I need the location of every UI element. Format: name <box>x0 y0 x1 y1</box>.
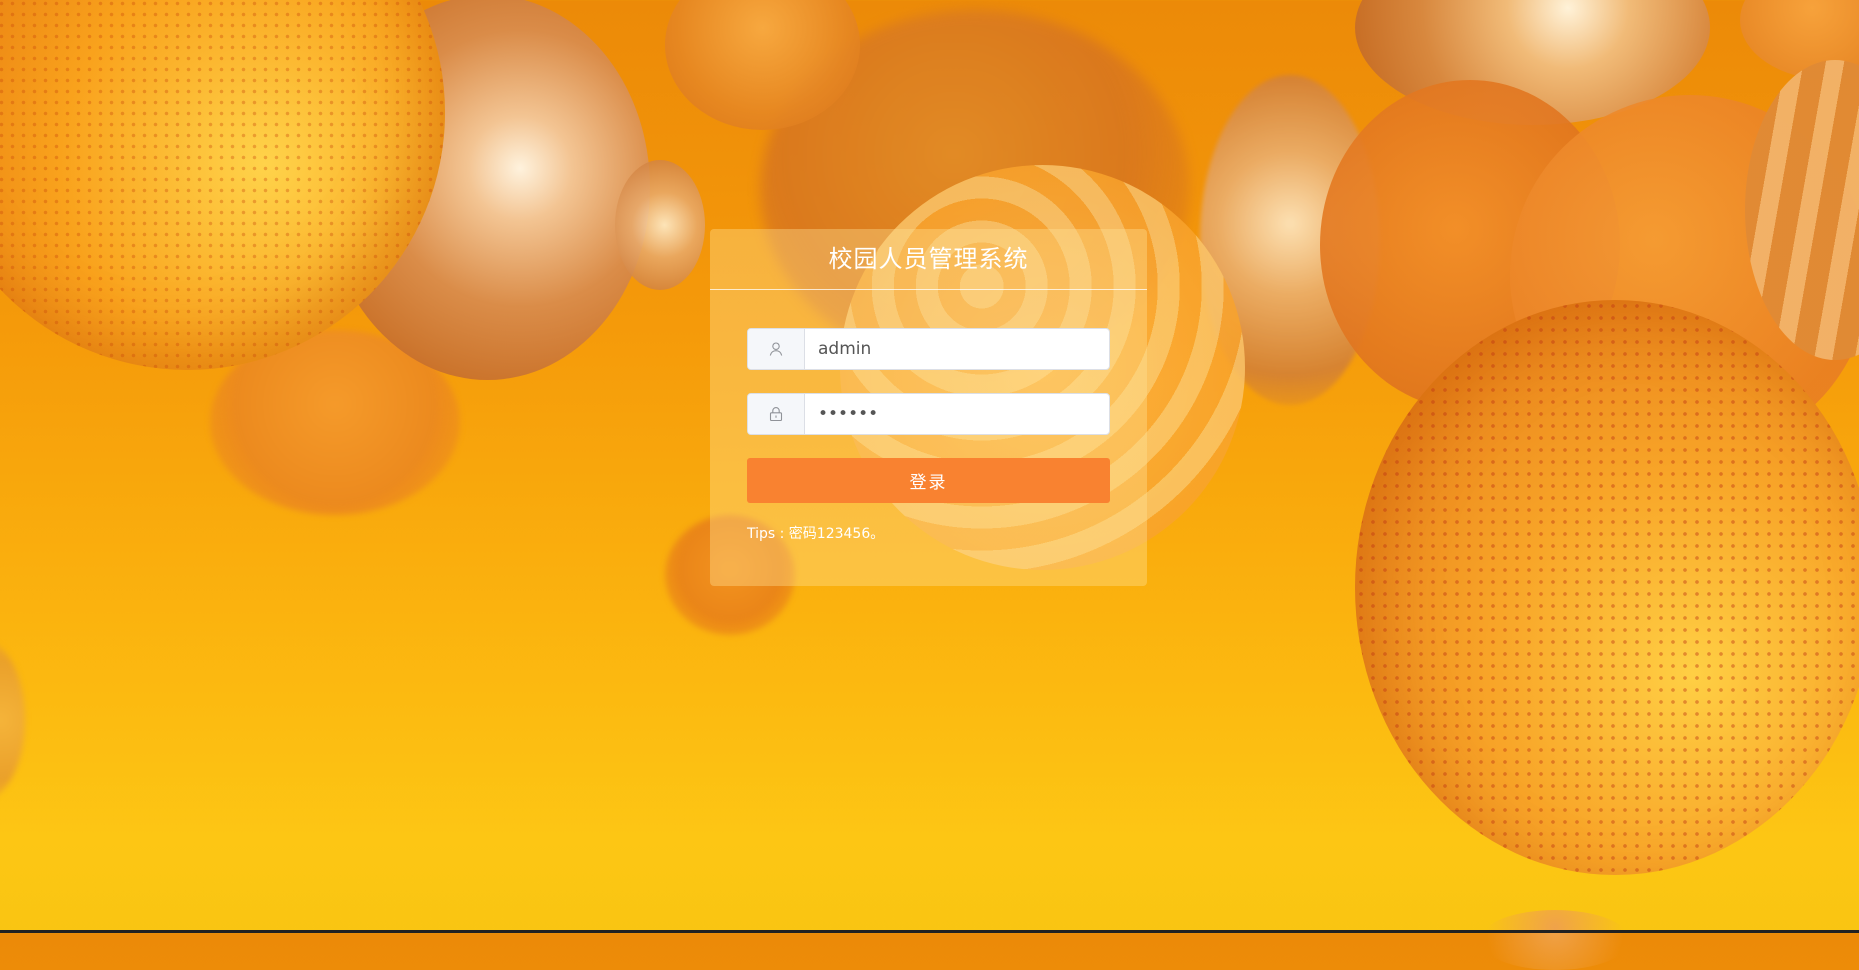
password-input[interactable]: •••••• <box>805 394 1109 434</box>
tips-text: Tips : 密码123456。 <box>747 526 885 542</box>
login-form: admin •••••• 登录 Tips : 密码123456。 <box>710 290 1147 543</box>
decorative-ball <box>0 640 25 800</box>
login-button[interactable]: 登录 <box>747 458 1110 503</box>
page-title: 校园人员管理系统 <box>710 229 1147 290</box>
decorative-ball <box>1480 910 1630 970</box>
password-group: •••••• <box>747 393 1110 435</box>
login-panel: 校园人员管理系统 admin •••••• 登录 Tips : 密码123456… <box>710 229 1147 586</box>
user-icon <box>748 329 805 369</box>
lock-icon <box>748 394 805 434</box>
decorative-ball <box>615 160 705 290</box>
username-input[interactable]: admin <box>805 329 1109 369</box>
decorative-ball <box>1355 300 1859 875</box>
username-group: admin <box>747 328 1110 370</box>
